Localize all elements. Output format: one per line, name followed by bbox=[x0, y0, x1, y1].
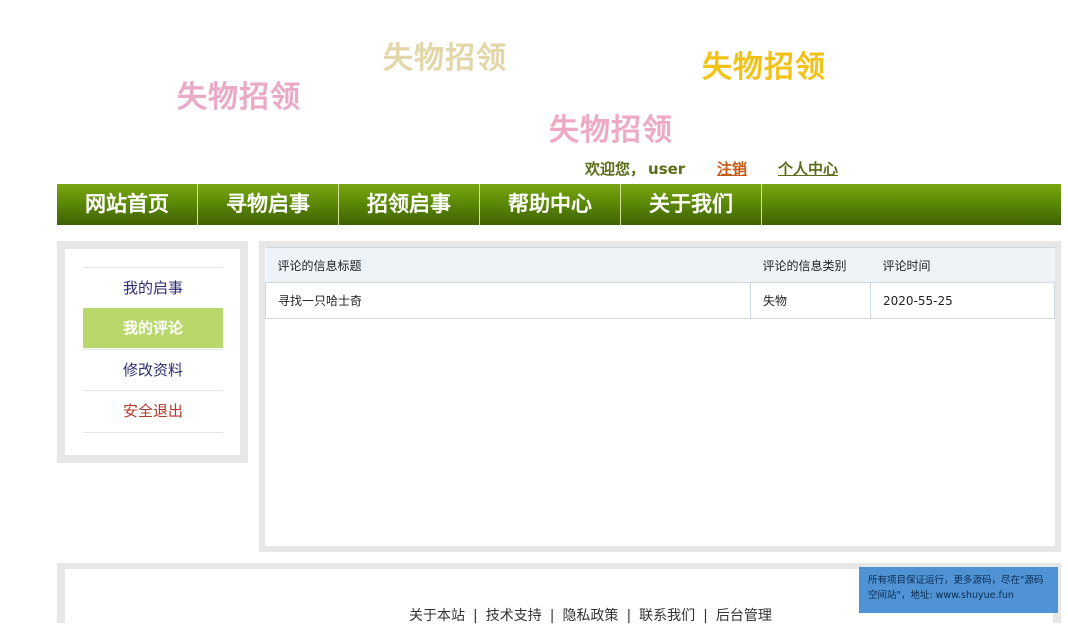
table-header-row: 评论的信息标题 评论的信息类别 评论时间 bbox=[265, 247, 1055, 283]
footer-separator: | bbox=[473, 608, 478, 624]
footer-separator: | bbox=[549, 608, 555, 624]
welcome-bar: 欢迎您， user 注销 个人中心 bbox=[585, 158, 838, 179]
profile-center-link[interactable]: 个人中心 bbox=[778, 158, 838, 179]
sidebar-divider bbox=[83, 432, 223, 433]
content-area: 评论的信息标题 评论的信息类别 评论时间 寻找一只哈士奇 失物 2020-55-… bbox=[259, 241, 1061, 552]
comments-panel: 评论的信息标题 评论的信息类别 评论时间 寻找一只哈士奇 失物 2020-55-… bbox=[265, 247, 1055, 546]
column-header-time: 评论时间 bbox=[870, 247, 1055, 283]
footer-separator: | bbox=[626, 608, 632, 624]
footer-separator: | bbox=[703, 608, 708, 624]
footer-link-privacy[interactable]: 隐私政策 bbox=[562, 608, 618, 624]
sidebar-item-my-comments[interactable]: 我的评论 bbox=[83, 308, 223, 348]
footer-links: 关于本站 | 技术支持 | 隐私政策 | 联系我们 | 后台管理 bbox=[405, 605, 776, 625]
floating-title: 失物招领 bbox=[177, 80, 301, 115]
footer-link-contact[interactable]: 联系我们 bbox=[639, 608, 695, 624]
header-banner: 失物招领 失物招领 失物招领 失物招领 欢迎您， user 注销 个人中心 bbox=[0, 0, 1068, 180]
main-nav: 网站首页 寻物启事 招领启事 帮助中心 关于我们 bbox=[57, 184, 1061, 225]
footer-link-admin[interactable]: 后台管理 bbox=[716, 608, 772, 624]
column-header-category: 评论的信息类别 bbox=[750, 247, 871, 283]
sidebar-item-my-notices[interactable]: 我的启事 bbox=[83, 267, 223, 308]
nav-about-us[interactable]: 关于我们 bbox=[621, 184, 762, 225]
sidebar-item-logout[interactable]: 安全退出 bbox=[83, 390, 223, 431]
comments-table: 评论的信息标题 评论的信息类别 评论时间 寻找一只哈士奇 失物 2020-55-… bbox=[265, 247, 1055, 319]
column-header-title: 评论的信息标题 bbox=[265, 247, 751, 283]
nav-lost-notices[interactable]: 寻物启事 bbox=[198, 184, 339, 225]
sidebar: 我的启事 我的评论 修改资料 安全退出 bbox=[57, 241, 248, 463]
table-row[interactable]: 寻找一只哈士奇 失物 2020-55-25 bbox=[265, 282, 1055, 319]
footer-link-about-site[interactable]: 关于本站 bbox=[409, 608, 465, 624]
source-notice-banner: 所有项目保证运行，更多源码，尽在"源码空间站"，地址: www.shuyue.f… bbox=[859, 567, 1058, 613]
nav-help-center[interactable]: 帮助中心 bbox=[480, 184, 621, 225]
cell-title: 寻找一只哈士奇 bbox=[265, 282, 751, 319]
sidebar-item-edit-profile[interactable]: 修改资料 bbox=[83, 349, 223, 390]
floating-title: 失物招领 bbox=[702, 50, 826, 85]
floating-title: 失物招领 bbox=[549, 113, 673, 148]
logout-link[interactable]: 注销 bbox=[717, 158, 747, 179]
cell-category: 失物 bbox=[750, 282, 871, 319]
footer-link-tech-support[interactable]: 技术支持 bbox=[486, 608, 542, 624]
welcome-text: 欢迎您， bbox=[585, 160, 646, 178]
sidebar-panel: 我的启事 我的评论 修改资料 安全退出 bbox=[65, 249, 240, 455]
floating-title: 失物招领 bbox=[383, 41, 507, 76]
nav-home[interactable]: 网站首页 bbox=[57, 184, 198, 225]
nav-found-notices[interactable]: 招领启事 bbox=[339, 184, 480, 225]
cell-time: 2020-55-25 bbox=[870, 282, 1055, 319]
username: user bbox=[648, 160, 686, 178]
